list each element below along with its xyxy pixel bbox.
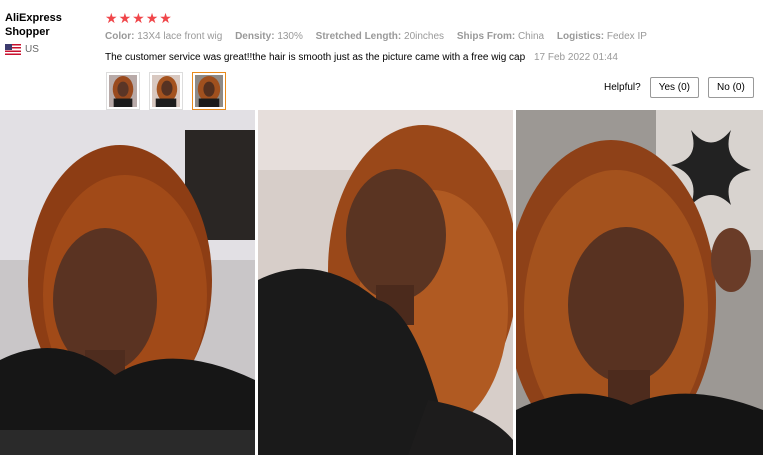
reviewer-name: AliExpress Shopper <box>5 12 62 38</box>
us-flag-icon <box>5 44 21 55</box>
thumbnail-1[interactable] <box>106 72 140 110</box>
attribute-logistics: Logistics: Fedex IP <box>556 31 647 42</box>
reviewer-country: US <box>5 44 95 55</box>
review-photo-image <box>0 110 255 455</box>
star-icon: ★ <box>118 10 132 26</box>
attribute-length: Stretched Length: 20inches <box>315 31 445 42</box>
thumbnail-image <box>109 75 137 107</box>
thumbnail-3[interactable] <box>192 72 226 110</box>
star-icon: ★ <box>159 10 172 26</box>
star-icon: ★ <box>105 10 118 26</box>
review-photo-3[interactable] <box>516 110 763 455</box>
helpful-yes-button[interactable]: Yes (0) <box>649 77 700 98</box>
review-photo-1[interactable] <box>0 110 255 455</box>
star-rating: ★ ★ ★ ★ ★ <box>105 11 173 25</box>
review-text: The customer service was great!!the hair… <box>105 52 526 63</box>
attribute-ships-from: Ships From: China <box>456 31 545 42</box>
attribute-density: Density: 130% <box>235 31 303 42</box>
thumbnail-image <box>195 75 223 107</box>
helpful-section: Helpful? Yes (0) No (0) <box>604 77 763 98</box>
reviewer-info: AliExpress Shopper US <box>5 11 95 55</box>
thumbnail-2[interactable] <box>149 72 183 110</box>
review-body: The customer service was great!!the hair… <box>105 52 618 63</box>
review-date: 17 Feb 2022 01:44 <box>533 52 618 63</box>
country-code: US <box>25 44 39 55</box>
helpful-no-button[interactable]: No (0) <box>708 77 754 98</box>
order-attributes: Color: 13X4 lace front wig Density: 130%… <box>105 31 657 42</box>
star-icon: ★ <box>132 10 145 26</box>
review-photo-image <box>258 110 513 455</box>
attribute-color: Color: 13X4 lace front wig <box>105 31 223 42</box>
review-photo-2[interactable] <box>258 110 513 455</box>
star-icon: ★ <box>145 10 159 26</box>
review-photo-image <box>516 110 763 455</box>
review-thumbnails <box>106 72 235 110</box>
thumbnail-image <box>152 75 180 107</box>
helpful-label: Helpful? <box>604 82 641 93</box>
